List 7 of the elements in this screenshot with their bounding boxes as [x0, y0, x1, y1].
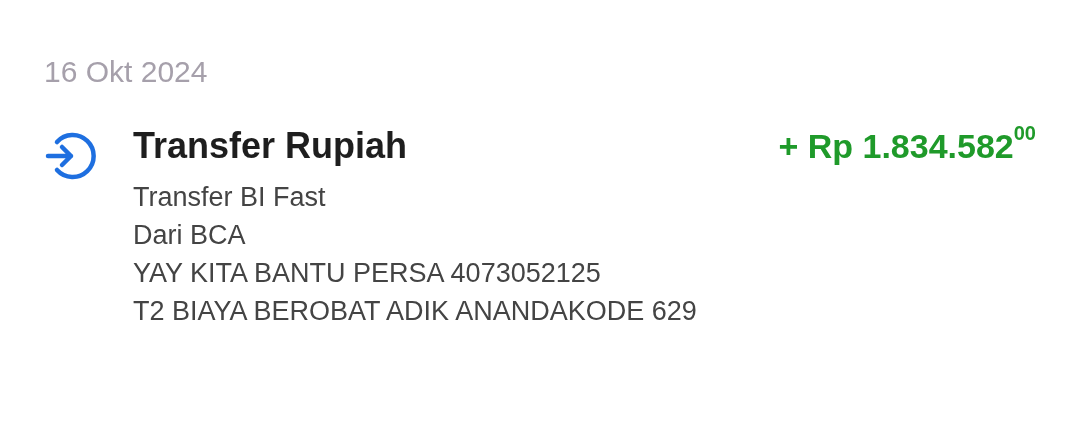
detail-line: T2 BIAYA BEROBAT ADIK ANANDAKODE 629: [133, 295, 698, 328]
detail-line: YAY KITA BANTU PERSA 4073052125: [133, 257, 602, 290]
detail-line: Transfer BI Fast: [133, 181, 327, 214]
date-heading: 16 Okt 2024: [44, 54, 209, 90]
transaction-title: Transfer Rupiah: [133, 124, 408, 168]
detail-line: Dari BCA: [133, 219, 247, 252]
transaction-amount: + Rp 1.834.582$^{00}$: [778, 122, 1036, 167]
